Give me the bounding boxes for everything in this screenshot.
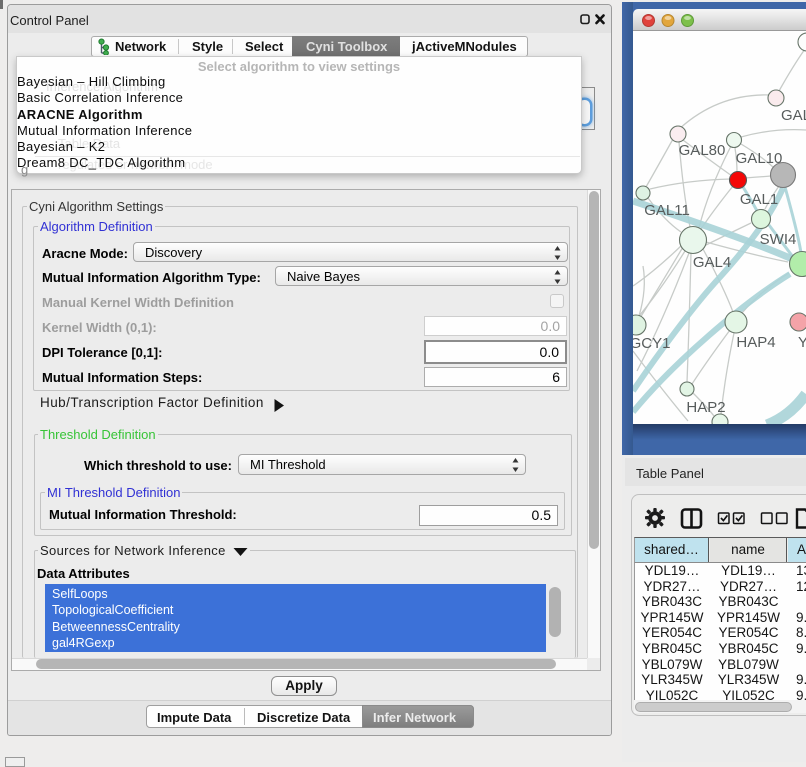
- svg-text:GAL4: GAL4: [693, 254, 731, 271]
- svg-text:YJ: YJ: [798, 334, 806, 351]
- svg-text:GAL11: GAL11: [644, 202, 690, 219]
- svg-text:HAP4: HAP4: [736, 334, 775, 351]
- svg-text:GAL2: GAL2: [781, 107, 806, 124]
- svg-text:HAP2: HAP2: [686, 399, 725, 416]
- svg-text:GAL10: GAL10: [736, 150, 783, 167]
- svg-text:GAL1: GAL1: [740, 191, 778, 208]
- svg-text:GCY1: GCY1: [633, 335, 670, 352]
- svg-text:GAL80: GAL80: [679, 142, 726, 159]
- svg-text:SWI4: SWI4: [760, 231, 797, 248]
